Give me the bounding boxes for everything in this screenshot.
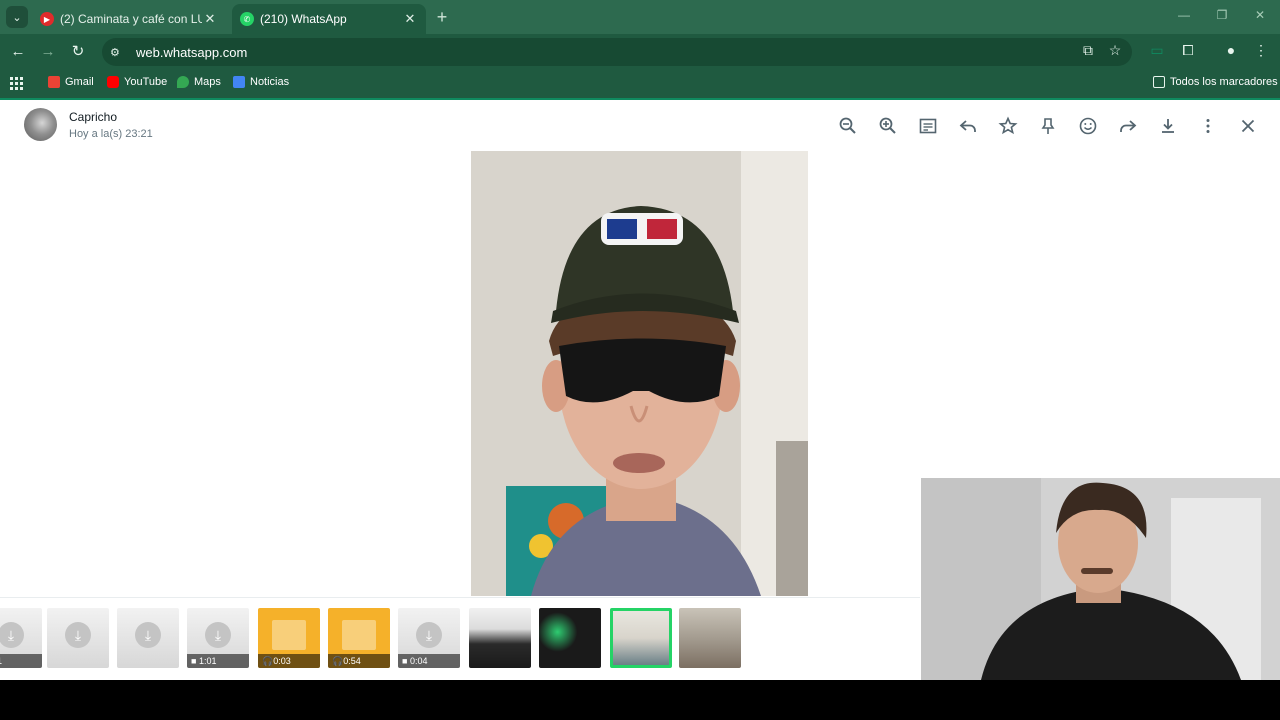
restore-button[interactable]: ❐	[1212, 8, 1232, 22]
bookmark-label: Gmail	[65, 76, 94, 88]
url-text: web.whatsapp.com	[136, 44, 248, 60]
download-icon: ⤓	[416, 622, 442, 648]
tab-close-icon[interactable]: ✕	[402, 11, 418, 27]
cast-icon[interactable]: ▭	[1147, 42, 1167, 59]
browser-menu-icon[interactable]: ⋮	[1251, 42, 1271, 59]
duration-text: 0:03	[273, 656, 291, 666]
video-icon: ■	[402, 656, 410, 666]
image-placeholder-icon	[342, 620, 376, 650]
thumbnail-duration: ■ 0:04	[398, 654, 460, 668]
forward-button[interactable]: →	[38, 42, 58, 62]
browser-tab-bar: ⌄ ▶ (2) Caminata y café con LUQUITAS ✕ ✆…	[0, 0, 1280, 34]
reply-icon[interactable]	[958, 116, 978, 136]
thumbnail-duration: 🎧0:54	[328, 654, 390, 668]
headphones-icon: 🎧	[262, 656, 274, 666]
download-icon: ⤓	[0, 622, 24, 648]
tab-close-icon[interactable]: ✕	[202, 11, 218, 27]
tab-youtube[interactable]: ▶ (2) Caminata y café con LUQUITAS ✕	[32, 4, 226, 34]
bookmarks-bar: Gmail YouTube Maps Noticias Todos los ma…	[0, 70, 1280, 98]
thumbnail-duration: :31	[0, 654, 42, 668]
thumbnail[interactable]: 🎧0:54	[328, 608, 390, 668]
whatsapp-icon: ✆	[240, 12, 254, 26]
download-icon: ⤓	[135, 622, 161, 648]
bookmark-label: Maps	[194, 76, 221, 88]
youtube-icon	[107, 76, 119, 88]
tab-title: (2) Caminata y café con LUQUITAS	[60, 12, 202, 26]
thumbnail[interactable]: ⤓ ■ 0:04	[398, 608, 460, 668]
contact-header[interactable]: Capricho Hoy a la(s) 23:21	[24, 108, 153, 141]
extensions-icon[interactable]: ⧠	[1178, 42, 1198, 59]
duration-text: 0:54	[343, 656, 361, 666]
webcam-illustration	[921, 478, 1280, 680]
duration-text: 0:04	[409, 656, 428, 666]
address-field[interactable]: ⚙ web.whatsapp.com	[102, 38, 1132, 66]
star-icon[interactable]	[998, 116, 1018, 136]
install-app-icon[interactable]: ⧉	[1078, 42, 1098, 59]
all-bookmarks-button[interactable]: Todos los marcadores	[1153, 76, 1278, 88]
zoom-in-icon[interactable]	[878, 116, 898, 136]
bookmark-label: YouTube	[124, 76, 168, 88]
maps-icon	[177, 76, 189, 88]
caption-icon[interactable]	[918, 116, 938, 136]
bookmark-label: Noticias	[250, 76, 290, 88]
download-icon: ⤓	[205, 622, 231, 648]
profile-avatar[interactable]: ●	[1221, 42, 1241, 58]
thumbnail-duration: ■ 1:01	[187, 654, 249, 668]
download-icon: ⤓	[65, 622, 91, 648]
thumbnail[interactable]	[469, 608, 531, 668]
gmail-icon	[48, 76, 60, 88]
video-icon: ■	[191, 656, 199, 666]
close-icon[interactable]	[1238, 116, 1258, 136]
tab-title: (210) WhatsApp	[260, 12, 347, 26]
bookmark-star-icon[interactable]: ☆	[1105, 42, 1125, 59]
media-thumbnail-strip: ⤓ :31 ⤓ ⤓ ⤓ ■ 1:01 🎧0:03 🎧0:54 ⤓	[0, 597, 920, 680]
thumbnail[interactable]: 🎧0:03	[258, 608, 320, 668]
apps-grid-icon[interactable]	[10, 77, 23, 90]
pin-icon[interactable]	[1038, 116, 1058, 136]
contact-avatar[interactable]	[24, 108, 57, 141]
portrait-illustration	[471, 151, 808, 596]
thumbnail[interactable]: ⤓	[47, 608, 109, 668]
folder-icon	[1153, 76, 1165, 88]
youtube-icon: ▶	[40, 12, 54, 26]
bookmark-noticias[interactable]: Noticias	[233, 76, 289, 88]
tab-search-button[interactable]: ⌄	[6, 6, 28, 28]
duration-text: 1:01	[198, 656, 217, 666]
all-bookmarks-label: Todos los marcadores	[1170, 76, 1278, 88]
thumbnail[interactable]: ⤓ :31	[0, 608, 42, 668]
bottom-black-bar	[0, 680, 1280, 720]
download-icon[interactable]	[1158, 116, 1178, 136]
message-timestamp: Hoy a la(s) 23:21	[69, 127, 153, 140]
reload-button[interactable]: ↻	[68, 42, 88, 62]
thumbnail[interactable]	[679, 608, 741, 668]
bookmark-gmail[interactable]: Gmail	[48, 76, 94, 88]
window-close-button[interactable]: ✕	[1250, 8, 1270, 22]
webcam-overlay	[921, 478, 1280, 680]
forward-icon[interactable]	[1118, 116, 1138, 136]
new-tab-button[interactable]: +	[432, 8, 452, 28]
address-bar-row: ← → ↻ ⚙ web.whatsapp.com ⧉ ☆ ▭ ⧠ ● ⋮	[0, 34, 1280, 70]
news-icon	[233, 76, 245, 88]
back-button[interactable]: ←	[8, 42, 28, 62]
thumbnail[interactable]	[539, 608, 601, 668]
more-icon[interactable]	[1198, 116, 1218, 136]
site-info-icon[interactable]: ⚙	[110, 46, 124, 59]
thumbnail[interactable]: ⤓	[117, 608, 179, 668]
emoji-icon[interactable]	[1078, 116, 1098, 136]
screen: ⌄ ▶ (2) Caminata y café con LUQUITAS ✕ ✆…	[0, 0, 1280, 720]
contact-name: Capricho	[69, 109, 118, 124]
bookmark-maps[interactable]: Maps	[177, 76, 221, 88]
thumbnail[interactable]: ⤓ ■ 1:01	[187, 608, 249, 668]
zoom-out-icon[interactable]	[838, 116, 858, 136]
headphones-icon: 🎧	[332, 656, 344, 666]
main-photo[interactable]	[471, 151, 808, 596]
thumbnail-duration: 🎧0:03	[258, 654, 320, 668]
minimize-button[interactable]: —	[1174, 8, 1194, 22]
thumbnail-selected[interactable]	[610, 608, 672, 668]
image-placeholder-icon	[272, 620, 306, 650]
bookmark-youtube[interactable]: YouTube	[107, 76, 167, 88]
tab-whatsapp[interactable]: ✆ (210) WhatsApp ✕	[232, 4, 426, 34]
